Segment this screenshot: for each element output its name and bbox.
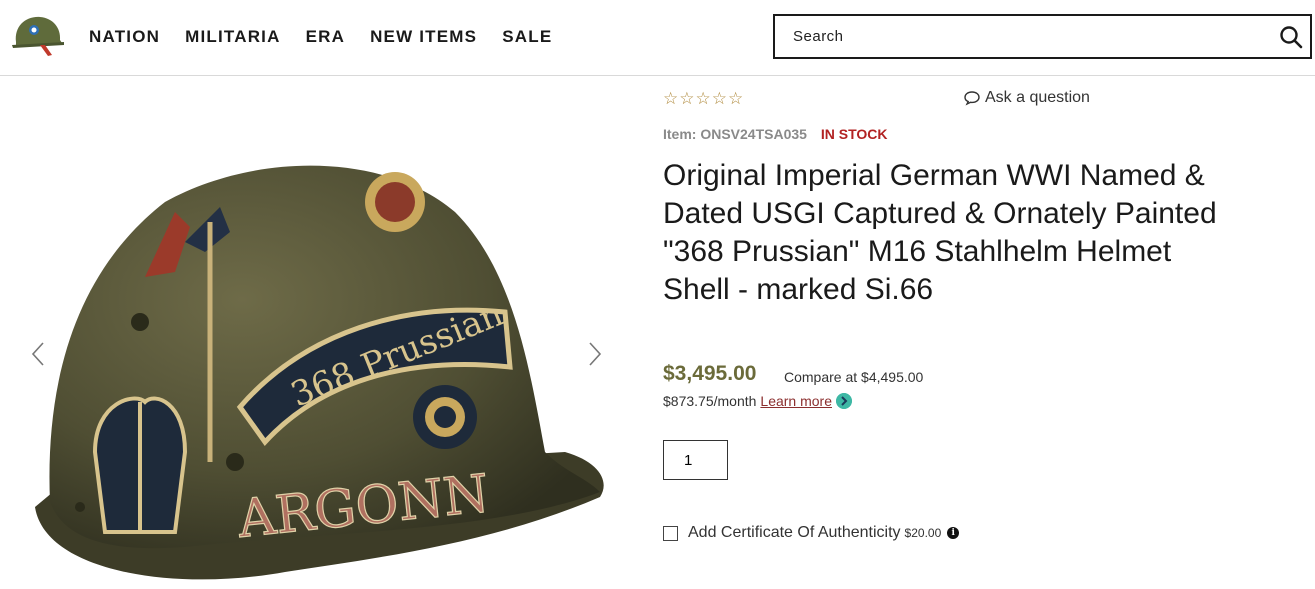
installment-line: $873.75/month Learn more <box>663 393 852 409</box>
site-header: NATION MILITARIA ERA NEW ITEMS SALE <box>0 0 1315 76</box>
nav-item-era[interactable]: ERA <box>306 27 346 47</box>
search-icon[interactable] <box>1278 24 1304 50</box>
info-icon[interactable]: i <box>947 527 960 539</box>
certificate-option: Add Certificate Of Authenticity $20.00 i <box>663 524 960 542</box>
item-code: Item: ONSV24TSA035 <box>663 126 807 142</box>
search-input[interactable] <box>775 16 1265 57</box>
nav-item-sale[interactable]: SALE <box>502 27 552 47</box>
monthly-price: $873.75/month <box>663 393 757 409</box>
item-line: Item: ONSV24TSA035 IN STOCK <box>663 126 887 142</box>
nav-item-new-items[interactable]: NEW ITEMS <box>370 27 477 47</box>
certificate-price: $20.00 <box>904 526 942 540</box>
certificate-checkbox[interactable] <box>663 525 678 541</box>
chevron-right-icon[interactable] <box>585 339 605 369</box>
ask-question-label: Ask a question <box>985 89 1090 106</box>
product-image[interactable]: 368 Prussian ARGONN <box>25 152 610 589</box>
learn-more-link[interactable]: Learn more <box>760 393 832 409</box>
certificate-label[interactable]: Add Certificate Of Authenticity <box>688 524 901 542</box>
product-price: $3,495.00 <box>663 362 757 385</box>
ask-question-link[interactable]: Ask a question <box>963 89 1090 107</box>
chat-bubble-icon <box>964 91 980 106</box>
compare-price: Compare at $4,495.00 <box>784 369 924 385</box>
helmet-logo-icon[interactable] <box>10 12 66 58</box>
rating-stars[interactable]: ☆☆☆☆☆ <box>663 89 744 109</box>
nav-item-nation[interactable]: NATION <box>89 27 160 47</box>
product-gallery: 368 Prussian ARGONN <box>0 77 640 589</box>
stock-badge: IN STOCK <box>820 126 888 142</box>
search-box <box>773 14 1312 59</box>
nav-item-militaria[interactable]: MILITARIA <box>185 27 280 47</box>
quantity-input[interactable] <box>663 440 728 480</box>
main-nav: NATION MILITARIA ERA NEW ITEMS SALE <box>89 27 577 47</box>
product-title: Original Imperial German WWI Named & Dat… <box>663 159 1217 306</box>
sezzle-icon[interactable] <box>836 393 852 409</box>
